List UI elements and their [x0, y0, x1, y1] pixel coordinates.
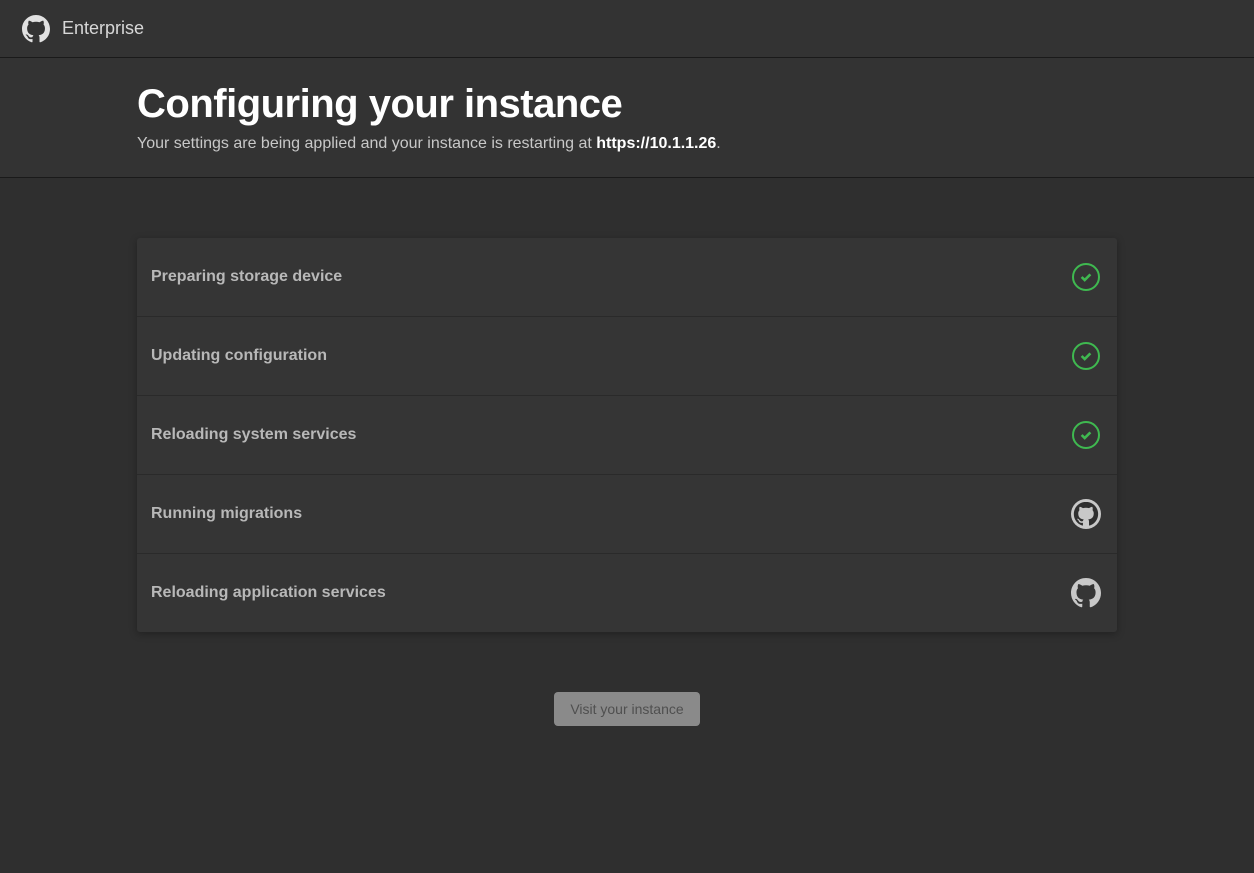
status-pending-icon	[1071, 578, 1101, 608]
step-preparing-storage: Preparing storage device	[137, 238, 1117, 317]
instance-url: https://10.1.1.26	[596, 135, 716, 152]
visit-instance-button[interactable]: Visit your instance	[554, 692, 699, 726]
status-done-icon	[1071, 262, 1101, 292]
check-mark-icon	[1079, 349, 1093, 363]
step-label: Preparing storage device	[151, 268, 342, 286]
check-circle-icon	[1072, 263, 1100, 291]
step-label: Reloading system services	[151, 426, 356, 444]
octocat-icon	[1071, 577, 1101, 609]
step-label: Updating configuration	[151, 347, 327, 365]
step-label: Reloading application services	[151, 584, 386, 602]
top-bar: Enterprise	[0, 0, 1254, 58]
brand-text: Enterprise	[62, 18, 144, 39]
page-subtitle: Your settings are being applied and your…	[137, 135, 1117, 153]
header-section: Configuring your instance Your settings …	[0, 58, 1254, 178]
step-updating-configuration: Updating configuration	[137, 317, 1117, 396]
step-reloading-system-services: Reloading system services	[137, 396, 1117, 475]
check-circle-icon	[1072, 342, 1100, 370]
status-in-progress-icon	[1071, 499, 1101, 529]
status-done-icon	[1071, 420, 1101, 450]
steps-container: Preparing storage device Updating config…	[137, 238, 1117, 632]
logo-area: Enterprise	[22, 15, 144, 43]
main-content: Preparing storage device Updating config…	[137, 178, 1117, 726]
check-circle-icon	[1072, 421, 1100, 449]
step-running-migrations: Running migrations	[137, 475, 1117, 554]
octocat-icon	[1071, 498, 1101, 530]
page-title: Configuring your instance	[137, 82, 1117, 127]
step-reloading-application-services: Reloading application services	[137, 554, 1117, 632]
subtitle-suffix: .	[716, 135, 720, 152]
subtitle-prefix: Your settings are being applied and your…	[137, 135, 596, 152]
check-mark-icon	[1079, 428, 1093, 442]
status-done-icon	[1071, 341, 1101, 371]
check-mark-icon	[1079, 270, 1093, 284]
github-logo-icon	[22, 15, 50, 43]
step-label: Running migrations	[151, 505, 302, 523]
button-container: Visit your instance	[137, 692, 1117, 726]
